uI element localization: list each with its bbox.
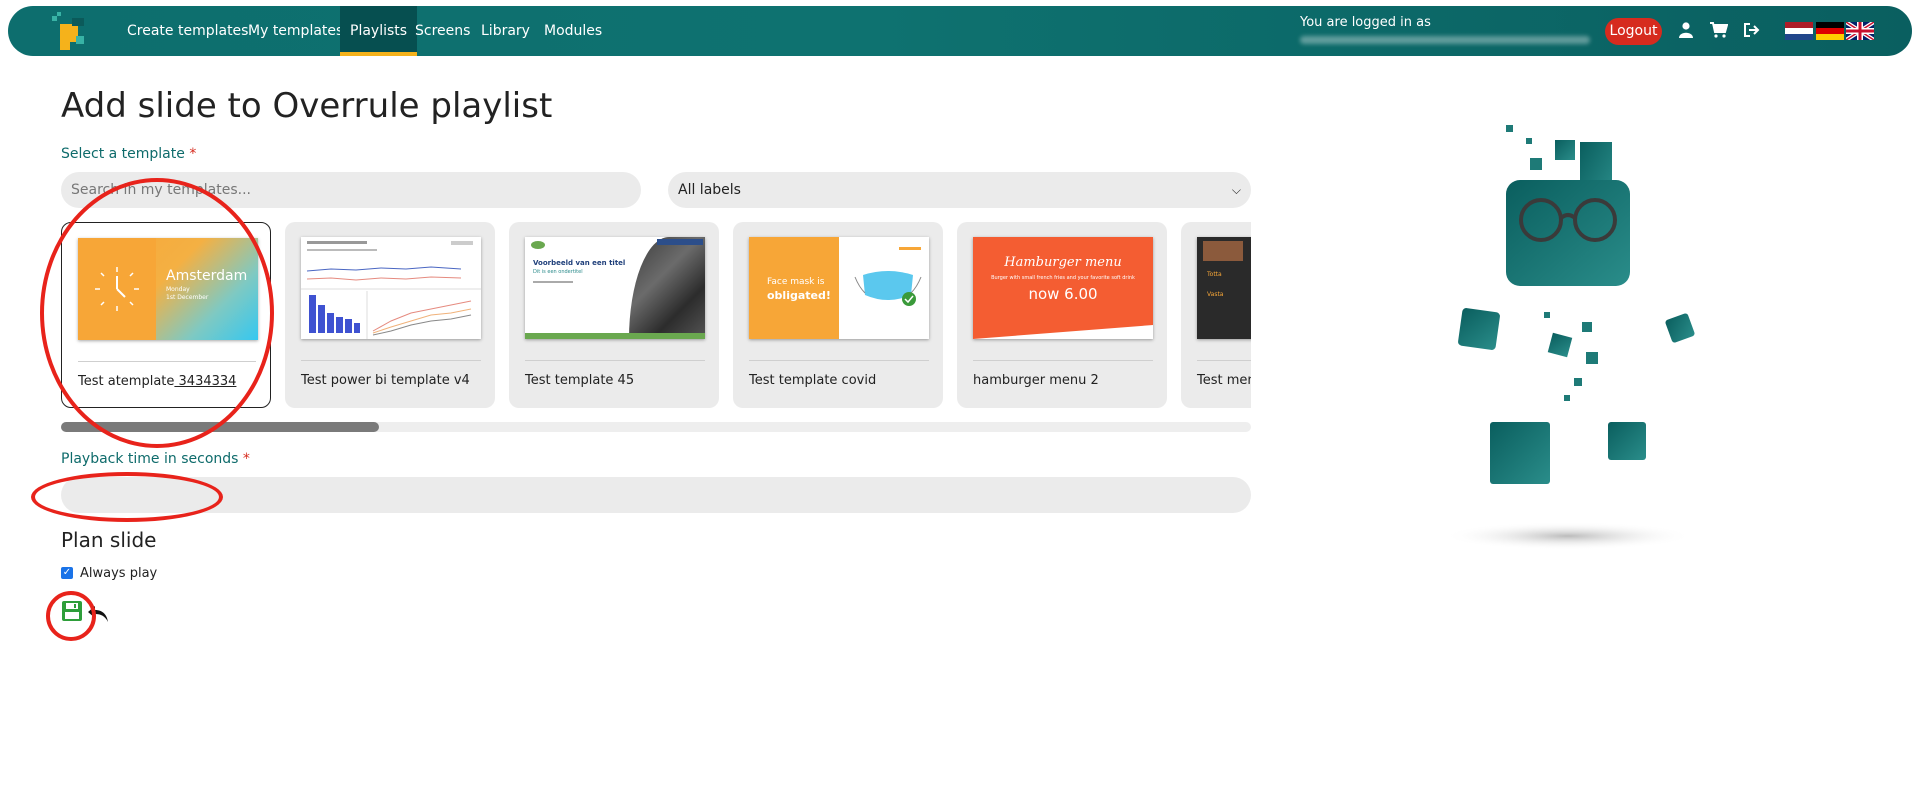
carousel-scrollbar[interactable] (61, 422, 1251, 432)
nav-my-templates[interactable]: My templates (248, 6, 343, 56)
select-template-label: Select a template * (61, 146, 197, 162)
nav-playlists[interactable]: Playlists (340, 6, 418, 56)
back-arrow-icon[interactable] (87, 604, 109, 624)
face-mask-icon (854, 271, 922, 306)
app-logo[interactable] (46, 12, 90, 52)
template-name: hamburger menu 2 (973, 373, 1099, 388)
template-card-test-atemplate[interactable]: Amsterdam Monday 1st December Test atemp… (61, 222, 271, 408)
nav-library[interactable]: Library (481, 6, 530, 56)
page-title: Add slide to Overrule playlist (61, 86, 553, 126)
thumb-l2: Vasta (1207, 291, 1224, 298)
mascot-illustration-icon (1443, 125, 1695, 550)
sign-out-icon[interactable] (1741, 19, 1763, 41)
cart-icon[interactable] (1708, 19, 1730, 41)
template-thumbnail: Totta Vasta (1197, 237, 1251, 339)
blurred-user-email (1300, 36, 1590, 44)
template-name: Test template 45 (525, 373, 635, 388)
labels-select[interactable]: All labels ⌵ (668, 172, 1251, 208)
clock-icon (95, 267, 139, 311)
plan-slide-heading: Plan slide (61, 528, 157, 552)
always-play-checkbox[interactable]: ✓ (61, 567, 73, 579)
nav-modules[interactable]: Modules (544, 6, 602, 56)
template-carousel: Amsterdam Monday 1st December Test atemp… (61, 222, 1251, 408)
thumb-price: now 6.00 (1028, 285, 1098, 303)
template-name: Test power bi template v4 (301, 373, 470, 388)
logged-in-label: You are logged in as (1300, 15, 1431, 30)
chevron-down-icon: ⌵ (1231, 183, 1241, 197)
flag-nl-icon[interactable] (1785, 22, 1813, 40)
template-card-covid[interactable]: Face mask is obligated! Test template co… (733, 222, 943, 408)
card-divider (525, 360, 705, 361)
card-divider (973, 360, 1153, 361)
template-name: Test atemplate 3434334 (78, 374, 237, 389)
user-icon[interactable] (1675, 19, 1697, 41)
nav-screens[interactable]: Screens (415, 6, 470, 56)
thumb-heading: Hamburger menu (1004, 255, 1122, 270)
thumb-city: Amsterdam (166, 268, 248, 284)
thumb-sub: Monday (166, 286, 190, 293)
card-divider (78, 361, 256, 362)
template-name: Test template covid (749, 373, 877, 388)
template-thumbnail (301, 237, 481, 339)
thumb-desc: Burger with small french fries and your … (991, 275, 1135, 281)
nav-create-templates[interactable]: Create templates (127, 6, 248, 56)
card-divider (749, 360, 929, 361)
template-thumbnail: Amsterdam Monday 1st December (78, 238, 258, 340)
flag-uk-icon[interactable] (1846, 22, 1874, 40)
logout-button[interactable]: Logout (1605, 18, 1662, 45)
save-icon[interactable] (61, 600, 83, 622)
template-thumbnail: Face mask is obligated! (749, 237, 929, 339)
template-card-template-45[interactable]: Voorbeeld van een titel Dit is een onder… (509, 222, 719, 408)
thumb-l1: Totta (1207, 271, 1222, 278)
template-card-test-menu[interactable]: Totta Vasta Test menu (1181, 222, 1251, 408)
playback-time-input[interactable] (61, 477, 1251, 513)
playback-label: Playback time in seconds * (61, 451, 250, 467)
thumb-subline: Dit is een ondertitel (533, 269, 583, 275)
thumb-headline: Voorbeeld van een titel (533, 259, 626, 267)
template-thumbnail: Hamburger menu Burger with small french … (973, 237, 1153, 339)
template-search-input[interactable] (61, 172, 641, 208)
thumb-date: 1st December (166, 294, 209, 301)
thumb-line1: Face mask is (767, 277, 825, 287)
flag-de-icon[interactable] (1816, 22, 1844, 40)
template-name: Test menu (1197, 373, 1251, 388)
card-divider (301, 360, 481, 361)
scrollbar-thumb[interactable] (61, 422, 379, 432)
card-divider (1197, 360, 1251, 361)
thumb-line2: obligated! (767, 289, 831, 302)
template-thumbnail: Voorbeeld van een titel Dit is een onder… (525, 237, 705, 339)
template-card-power-bi[interactable]: Test power bi template v4 (285, 222, 495, 408)
always-play-label: Always play (80, 566, 158, 581)
top-navbar: Create templates My templates Playlists … (8, 6, 1912, 56)
template-card-hamburger-menu[interactable]: Hamburger menu Burger with small french … (957, 222, 1167, 408)
